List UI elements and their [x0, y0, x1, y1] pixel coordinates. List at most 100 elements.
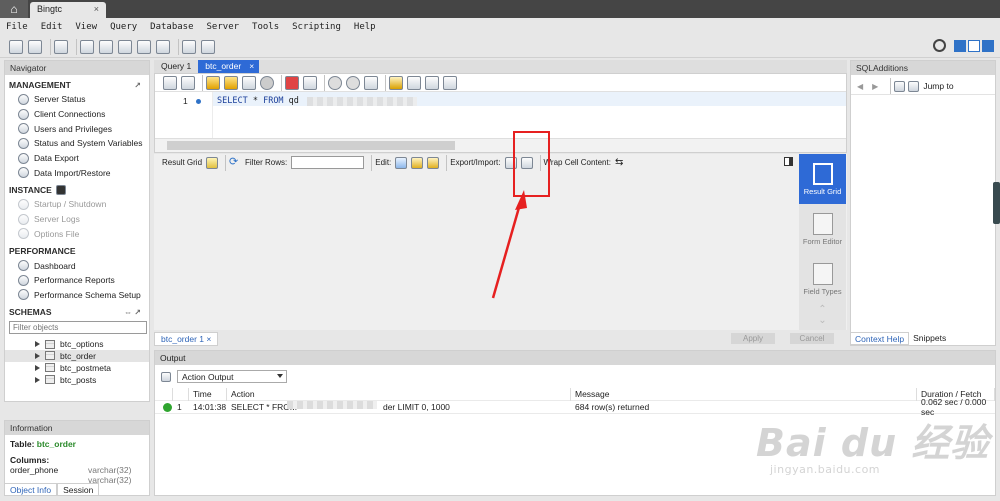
revert-button[interactable]: Cancel: [790, 333, 834, 344]
filter-rows-input[interactable]: [291, 156, 365, 169]
create-procedure-icon[interactable]: [137, 39, 151, 54]
commit-icon[interactable]: [328, 75, 342, 90]
tab-snippets[interactable]: Snippets: [909, 332, 950, 345]
refresh-icon[interactable]: ⟳: [229, 156, 241, 169]
beautify-broom-icon[interactable]: [389, 75, 403, 90]
result-tab[interactable]: btc_order 1 ×: [154, 331, 219, 346]
rail-result-grid[interactable]: Result Grid: [799, 154, 846, 204]
menu-file[interactable]: File: [6, 22, 28, 32]
nav-dashboard[interactable]: Dashboard: [5, 258, 149, 273]
grid-icon[interactable]: [206, 156, 219, 169]
inspector-icon[interactable]: [54, 39, 68, 54]
menu-query[interactable]: Query: [110, 22, 137, 32]
find-magnifier-icon[interactable]: [407, 75, 421, 90]
schema-filter-input[interactable]: [9, 321, 147, 335]
wrap-text-icon[interactable]: ⇆: [615, 157, 627, 169]
rollback-icon[interactable]: [346, 75, 360, 90]
invisible-chars-icon[interactable]: [425, 75, 439, 90]
schema-table-item[interactable]: btc_posts: [5, 374, 149, 386]
tab-query-1[interactable]: Query 1: [154, 60, 198, 73]
explain-magnifier-icon[interactable]: [242, 75, 256, 90]
tab-btc-order[interactable]: btc_order ×: [198, 60, 260, 73]
nav-startup-shutdown[interactable]: Startup / Shutdown: [5, 197, 149, 212]
toggle-output-icon[interactable]: [968, 39, 980, 52]
reconnect-icon[interactable]: [201, 39, 215, 54]
toggle-sidebar-icon[interactable]: [954, 39, 966, 52]
log-icon: [18, 213, 29, 225]
create-view-icon[interactable]: [118, 39, 132, 54]
edge-handle[interactable]: [993, 182, 1000, 224]
limit-rows-icon[interactable]: [303, 75, 317, 90]
forward-icon[interactable]: ▶: [872, 82, 878, 91]
close-icon[interactable]: ×: [206, 334, 211, 344]
menu-tools[interactable]: Tools: [252, 22, 279, 32]
open-sql-script-icon[interactable]: [28, 39, 42, 54]
menu-server[interactable]: Server: [207, 22, 240, 32]
autocommit-icon[interactable]: [364, 75, 378, 90]
auto-help-icon[interactable]: [894, 80, 906, 92]
nav-performance-schema[interactable]: Performance Schema Setup: [5, 288, 149, 303]
create-schema-icon[interactable]: [80, 39, 94, 54]
schema-table-item[interactable]: btc_postmeta: [5, 362, 149, 374]
rail-field-types[interactable]: Field Types: [799, 254, 846, 304]
nav-users-privileges[interactable]: Users and Privileges: [5, 121, 149, 136]
insert-row-icon[interactable]: [411, 156, 424, 169]
create-table-icon[interactable]: [99, 39, 113, 54]
sql-text[interactable]: SELECT * FROM qd: [217, 96, 299, 106]
tab-object-info[interactable]: Object Info: [4, 483, 58, 496]
nav-server-status[interactable]: Server Status: [5, 92, 149, 107]
wrap-lines-icon[interactable]: [443, 75, 457, 90]
scrollbar-thumb[interactable]: [167, 141, 455, 150]
menu-database[interactable]: Database: [150, 22, 193, 32]
nav-server-logs[interactable]: Server Logs: [5, 212, 149, 227]
expand-icon[interactable]: ↗: [134, 81, 141, 90]
gear-icon[interactable]: [933, 39, 946, 52]
toggle-secondary-sidebar-icon[interactable]: [982, 39, 994, 52]
execute-current-icon[interactable]: [224, 75, 238, 90]
copy-icon[interactable]: [161, 371, 171, 382]
editor-horizontal-scrollbar[interactable]: [155, 138, 846, 152]
more-arrows-icon[interactable]: ⌃ ⌄: [799, 304, 846, 326]
back-icon[interactable]: ◀: [857, 82, 863, 91]
nav-options-file[interactable]: Options File: [5, 227, 149, 242]
stop-icon[interactable]: [260, 75, 274, 90]
expand-arrow-icon[interactable]: [35, 376, 40, 383]
menu-help[interactable]: Help: [354, 22, 376, 32]
refresh-icon[interactable]: ⇔ ↗: [124, 308, 141, 317]
tab-context-help[interactable]: Context Help: [850, 332, 910, 345]
nav-data-import[interactable]: Data Import/Restore: [5, 165, 149, 180]
toggle-panel-icon[interactable]: [784, 157, 793, 166]
close-icon[interactable]: ×: [94, 4, 99, 14]
manual-help-icon[interactable]: [908, 80, 920, 92]
rail-form-editor[interactable]: Form Editor: [799, 204, 846, 254]
nav-performance-reports[interactable]: Performance Reports: [5, 273, 149, 288]
delete-row-icon[interactable]: [427, 156, 440, 169]
output-mode-select[interactable]: Action Output: [177, 370, 287, 383]
apply-button[interactable]: Apply: [731, 333, 775, 344]
new-sql-tab-icon[interactable]: [9, 39, 23, 54]
nav-client-connections[interactable]: Client Connections: [5, 107, 149, 122]
connection-tab[interactable]: Bingtc ×: [30, 2, 106, 18]
menu-view[interactable]: View: [75, 22, 97, 32]
edit-row-icon[interactable]: [395, 156, 408, 169]
jump-to-select[interactable]: Jump to: [923, 81, 953, 91]
create-function-icon[interactable]: [156, 39, 170, 54]
close-icon[interactable]: ×: [249, 61, 254, 71]
folder-open-icon[interactable]: [163, 75, 177, 90]
sql-editor[interactable]: 1 SELECT * FROM qd: [154, 73, 847, 153]
toggle-error-icon[interactable]: [285, 75, 299, 90]
menu-scripting[interactable]: Scripting: [292, 22, 341, 32]
execute-lightning-icon[interactable]: [206, 75, 220, 90]
home-tab[interactable]: ⌂: [0, 0, 28, 18]
expand-arrow-icon[interactable]: [35, 341, 40, 348]
search-table-data-icon[interactable]: [182, 39, 196, 54]
expand-arrow-icon[interactable]: [35, 352, 40, 359]
nav-data-export[interactable]: Data Export: [5, 151, 149, 166]
menu-edit[interactable]: Edit: [41, 22, 63, 32]
nav-status-variables[interactable]: Status and System Variables: [5, 136, 149, 151]
schema-table-item[interactable]: btc_options: [5, 338, 149, 350]
schema-table-item-selected[interactable]: btc_order: [5, 350, 149, 362]
save-icon[interactable]: [181, 75, 195, 90]
expand-arrow-icon[interactable]: [35, 364, 40, 371]
tab-session[interactable]: Session: [57, 483, 100, 496]
